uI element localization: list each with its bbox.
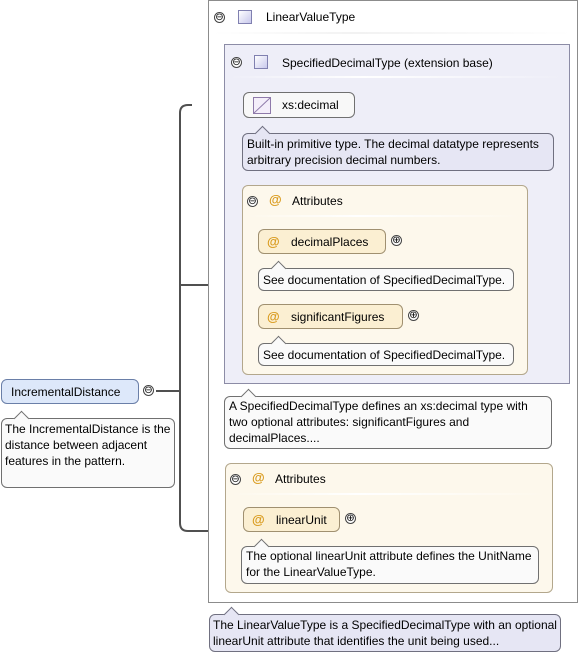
base-type-doc: Built-in primitive type. The decimal dat…	[242, 125, 554, 171]
header-separator	[247, 215, 523, 217]
header-separator	[230, 493, 548, 495]
extension-doc: A SpecifiedDecimalType defines an xs:dec…	[224, 388, 552, 449]
attribute-icon: @	[267, 309, 280, 324]
base-type-name: xs:decimal	[282, 98, 339, 112]
primitive-type-icon	[253, 97, 271, 114]
attribute-icon: @	[252, 512, 265, 527]
base-type-doc-text: Built-in primitive type. The decimal dat…	[247, 137, 539, 167]
collapse-attributes-button[interactable]: ⊖	[230, 474, 241, 485]
expand-linear-unit-button[interactable]: ⊕	[345, 513, 356, 524]
attribute-doc-text: See documentation of SpecifiedDecimalTyp…	[263, 273, 506, 287]
complex-type-icon	[238, 10, 252, 24]
header-separator	[213, 32, 573, 34]
attribute-doc: The optional linearUnit attribute define…	[241, 538, 539, 584]
attribute-icon: @	[269, 192, 282, 207]
expand-decimal-places-button[interactable]: ⊕	[391, 235, 402, 246]
attribute-name: linearUnit	[276, 513, 327, 527]
attribute-linear-unit[interactable]: @ linearUnit	[243, 507, 340, 532]
element-incremental-distance[interactable]: IncrementalDistance	[1, 379, 139, 404]
element-name: IncrementalDistance	[11, 385, 121, 399]
attribute-name: significantFigures	[291, 310, 385, 324]
attributes-header: Attributes	[292, 194, 343, 208]
collapse-attributes-button[interactable]: ⊖	[247, 196, 258, 207]
attribute-significant-figures[interactable]: @ significantFigures	[258, 304, 403, 329]
attributes-header: Attributes	[275, 472, 326, 486]
type-doc-text: The LinearValueType is a SpecifiedDecima…	[213, 618, 557, 648]
simple-type-icon	[254, 55, 268, 69]
element-doc-text: The IncrementalDistance is the distance …	[5, 422, 171, 468]
attribute-name: decimalPlaces	[291, 235, 369, 249]
type-doc: The LinearValueType is a SpecifiedDecima…	[209, 606, 561, 652]
base-type-box[interactable]: xs:decimal	[243, 92, 355, 118]
header-separator	[229, 76, 565, 78]
collapse-type-button[interactable]: ⊖	[214, 12, 225, 23]
attribute-icon: @	[252, 470, 265, 485]
expand-significant-figures-button[interactable]: ⊕	[408, 310, 419, 321]
collapse-element-button[interactable]: ⊖	[143, 385, 154, 396]
attribute-icon: @	[267, 234, 280, 249]
extension-name: SpecifiedDecimalType (extension base)	[282, 56, 493, 70]
type-name: LinearValueType	[266, 10, 356, 24]
attribute-decimal-places[interactable]: @ decimalPlaces	[258, 229, 386, 254]
extension-doc-text: A SpecifiedDecimalType defines an xs:dec…	[229, 399, 528, 445]
attribute-doc-text: The optional linearUnit attribute define…	[246, 549, 532, 579]
element-doc: The IncrementalDistance is the distance …	[1, 410, 175, 488]
attribute-doc-text: See documentation of SpecifiedDecimalTyp…	[263, 348, 506, 362]
attribute-doc: See documentation of SpecifiedDecimalTyp…	[258, 260, 514, 291]
collapse-extension-button[interactable]: ⊖	[231, 57, 242, 68]
attribute-doc: See documentation of SpecifiedDecimalTyp…	[258, 335, 514, 366]
